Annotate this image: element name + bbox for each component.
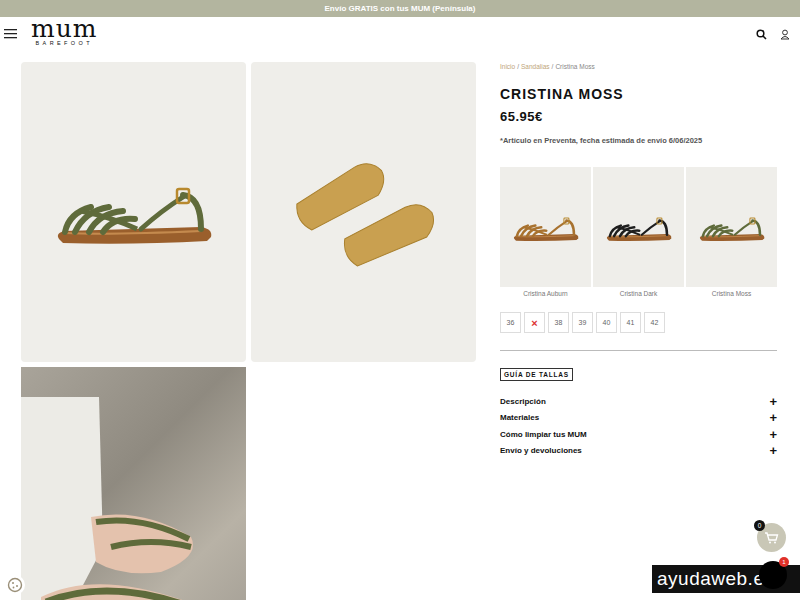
product-image[interactable] — [21, 62, 246, 362]
size-option[interactable]: 38 — [548, 312, 569, 333]
search-button[interactable] — [756, 26, 767, 44]
product-image[interactable] — [251, 62, 476, 362]
accordion-label[interactable]: Envío y devoluciones — [500, 446, 582, 455]
announcement-bar: Envío GRATIS con tus MUM (Península) — [0, 0, 800, 17]
accordion-row[interactable]: Envío y devoluciones + — [500, 443, 777, 460]
cart-count: 0 — [754, 520, 765, 531]
variant-image[interactable] — [686, 167, 777, 287]
logo-main: mum — [31, 16, 98, 41]
cart-icon — [764, 531, 779, 544]
hamburger-icon — [4, 27, 17, 40]
accordion-label[interactable]: Descripción — [500, 397, 546, 406]
variant-image[interactable] — [593, 167, 684, 287]
chat-badge: 1 — [779, 557, 789, 567]
plus-icon[interactable]: + — [769, 428, 777, 441]
variant-label[interactable]: Cristina Dark — [593, 290, 684, 297]
menu-button[interactable] — [4, 26, 17, 44]
product-gallery — [21, 62, 476, 600]
size-list: 36×3839404142 — [500, 312, 777, 333]
variant-card[interactable]: Cristina Moss — [686, 167, 777, 297]
lifestyle-photo[interactable] — [21, 367, 246, 600]
announcement-text: Envío GRATIS con tus MUM (Península) — [325, 4, 476, 13]
cookie-icon — [7, 577, 23, 593]
product-title: CRISTINA MOSS — [500, 86, 777, 102]
search-icon — [756, 29, 767, 40]
plus-icon[interactable]: + — [769, 395, 777, 408]
account-button[interactable] — [780, 26, 790, 44]
variant-label[interactable]: Cristina Moss — [686, 290, 777, 297]
plus-icon[interactable]: + — [769, 444, 777, 457]
size-option[interactable]: 41 — [620, 312, 641, 333]
breadcrumb-item[interactable]: Inicio — [500, 63, 515, 70]
variant-sandal-image — [604, 213, 673, 242]
product-page: Inicio/Sandalias/Cristina MossCRISTINA M… — [0, 52, 800, 600]
accordion: Descripción+Materiales+Cómo limpiar tus … — [500, 393, 777, 459]
breadcrumb: Inicio/Sandalias/Cristina Moss — [500, 63, 777, 70]
accordion-label[interactable]: Materiales — [500, 413, 539, 422]
breadcrumb-separator: / — [552, 63, 554, 70]
product-info: Inicio/Sandalias/Cristina MossCRISTINA M… — [500, 62, 777, 600]
variant-card[interactable]: Cristina Dark — [593, 167, 684, 297]
variant-image[interactable] — [500, 167, 591, 287]
breadcrumb-item: Cristina Moss — [555, 63, 594, 70]
size-option[interactable]: 40 — [596, 312, 617, 333]
variant-label[interactable]: Cristina Auburn — [500, 290, 591, 297]
variant-list: Cristina AuburnCristina DarkCristina Mos… — [500, 167, 777, 297]
plus-icon[interactable]: + — [769, 411, 777, 424]
photo-scene — [21, 397, 246, 600]
site-header: mumBAREFOOT — [0, 17, 800, 52]
logo[interactable]: mumBAREFOOT — [31, 22, 98, 47]
size-option[interactable]: 39 — [572, 312, 593, 333]
breadcrumb-item[interactable]: Sandalias — [521, 63, 550, 70]
soles-image — [279, 137, 449, 287]
preorder-notice: *Artículo en Preventa, fecha estimada de… — [500, 136, 777, 145]
product-price: 65.95€ — [500, 109, 777, 124]
logo-sub: BAREFOOT — [36, 41, 93, 47]
divider — [500, 350, 777, 351]
accordion-row[interactable]: Descripción + — [500, 393, 777, 410]
user-icon — [780, 29, 790, 40]
size-option[interactable]: 42 — [644, 312, 665, 333]
variant-sandal-image — [697, 213, 766, 242]
variant-card[interactable]: Cristina Auburn — [500, 167, 591, 297]
accordion-row[interactable]: Cómo limpiar tus MUM + — [500, 426, 777, 443]
size-option: × — [524, 312, 545, 333]
sandal-side-image — [51, 177, 216, 247]
accordion-label[interactable]: Cómo limpiar tus MUM — [500, 430, 587, 439]
size-option[interactable]: 36 — [500, 312, 521, 333]
cookie-button[interactable] — [5, 575, 25, 595]
size-guide-button[interactable]: GUÍA DE TALLAS — [500, 368, 573, 381]
header-icons — [756, 26, 790, 44]
breadcrumb-separator: / — [517, 63, 519, 70]
variant-sandal-image — [511, 213, 580, 242]
accordion-row[interactable]: Materiales + — [500, 410, 777, 427]
